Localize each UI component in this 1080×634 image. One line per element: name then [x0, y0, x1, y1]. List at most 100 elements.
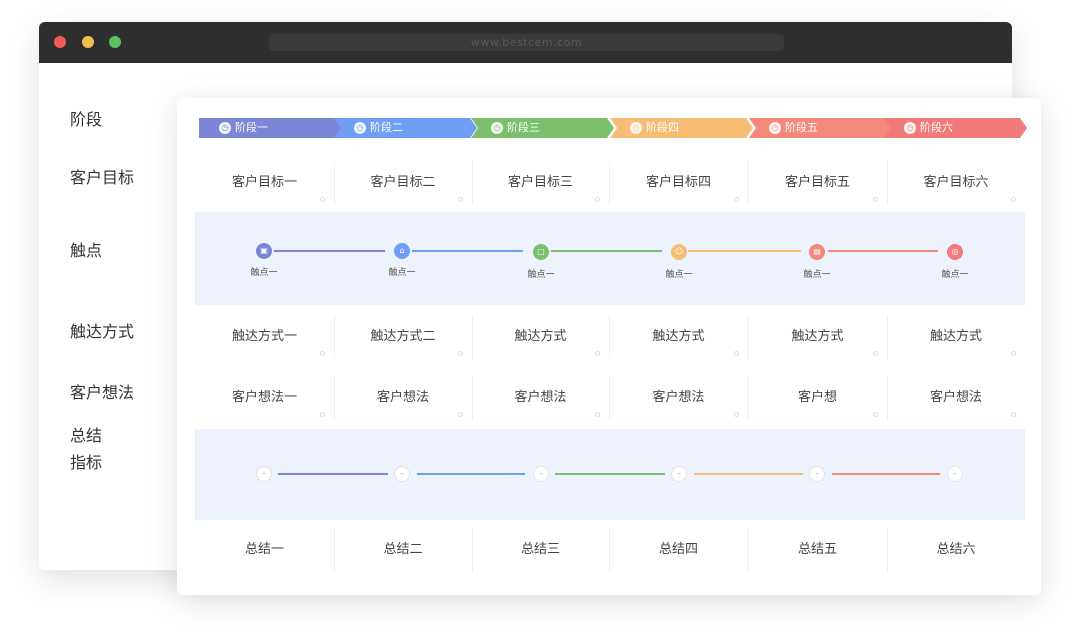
smile-icon[interactable]: ☺ [671, 244, 687, 260]
target-icon[interactable]: ◎ [947, 244, 963, 260]
summary-cell[interactable]: 总结三 [472, 522, 609, 578]
edit-handle-icon[interactable] [734, 197, 739, 202]
summary-cell[interactable]: 总结一 [195, 522, 334, 578]
customer-thought-cell[interactable]: 客户想法一 [195, 370, 334, 426]
metric-node[interactable]: – [256, 466, 272, 482]
reach-method-cell[interactable]: 触达方式 [748, 309, 887, 365]
stage-1[interactable]: ◷ 阶段一 [199, 118, 342, 138]
stage-label: 阶段三 [507, 121, 540, 134]
reach-method-cell[interactable]: 触达方式 [472, 309, 609, 365]
row-label-customer-thought: 客户想法 [70, 383, 135, 402]
stage-2[interactable]: ◷ 阶段二 [334, 118, 477, 138]
summary-cell[interactable]: 总结六 [887, 522, 1025, 578]
clock-icon: ◷ [769, 122, 781, 134]
stage-label: 阶段一 [235, 121, 268, 134]
edit-handle-icon[interactable] [595, 412, 600, 417]
stage-label: 阶段六 [920, 121, 953, 134]
touchpoint-connector [551, 250, 662, 252]
stage-4[interactable]: ◷ 阶段四 [610, 118, 753, 138]
stage-5[interactable]: ◷ 阶段五 [749, 118, 892, 138]
stage-label: 阶段五 [785, 121, 818, 134]
metric-node[interactable]: – [947, 466, 963, 482]
edit-handle-icon[interactable] [1011, 197, 1016, 202]
touchpoint-label: 触点一 [941, 270, 969, 280]
metric-connector [832, 473, 940, 475]
edit-handle-icon[interactable] [1011, 412, 1016, 417]
stage-label: 阶段四 [646, 121, 679, 134]
edit-handle-icon[interactable] [458, 197, 463, 202]
edit-handle-icon[interactable] [595, 197, 600, 202]
clock-icon: ◷ [219, 122, 231, 134]
touchpoint-connector [828, 250, 938, 252]
metric-node[interactable]: – [394, 466, 410, 482]
edit-handle-icon[interactable] [873, 197, 878, 202]
clock-icon: ◷ [904, 122, 916, 134]
row-label-summary: 总结 [70, 426, 103, 445]
touchpoint-connector [688, 250, 801, 252]
customer-thought-cell[interactable]: 客户想 [748, 370, 887, 426]
edit-handle-icon[interactable] [734, 351, 739, 356]
reach-method-cell[interactable]: 触达方式二 [334, 309, 472, 365]
customer-thought-cell[interactable]: 客户想法 [334, 370, 472, 426]
edit-handle-icon[interactable] [873, 412, 878, 417]
metric-connector [278, 473, 388, 475]
edit-handle-icon[interactable] [595, 351, 600, 356]
customer-goal-cell[interactable]: 客户目标五 [748, 155, 887, 211]
summary-row: 总结一 总结二 总结三 总结四 总结五 总结六 [195, 522, 1025, 578]
close-window-button[interactable] [54, 36, 66, 48]
edit-handle-icon[interactable] [458, 351, 463, 356]
reach-method-cell[interactable]: 触达方式 [609, 309, 748, 365]
store-icon[interactable]: ▣ [256, 243, 272, 259]
edit-handle-icon[interactable] [320, 197, 325, 202]
edit-handle-icon[interactable] [873, 351, 878, 356]
customer-goal-row: 客户目标一 客户目标二 客户目标三 客户目标四 客户目标五 客户目标六 [195, 155, 1025, 211]
row-label-metrics: 指标 [70, 453, 103, 472]
metrics-band: – – – – – – [195, 429, 1025, 520]
reach-method-cell[interactable]: 触达方式一 [195, 309, 334, 365]
bank-icon[interactable]: ⌂ [394, 243, 410, 259]
stage-6[interactable]: ◷ 阶段六 [884, 118, 1027, 138]
address-bar[interactable]: www.bestcem.com [269, 34, 784, 51]
touchpoint-label: 触点一 [388, 268, 416, 278]
clock-icon: ◷ [630, 122, 642, 134]
customer-thought-cell[interactable]: 客户想法 [609, 370, 748, 426]
edit-handle-icon[interactable] [1011, 351, 1016, 356]
customer-goal-cell[interactable]: 客户目标六 [887, 155, 1025, 211]
customer-goal-cell[interactable]: 客户目标一 [195, 155, 334, 211]
touchpoint-label: 触点一 [250, 268, 278, 278]
touchpoint-label: 触点一 [803, 270, 831, 280]
metric-connector [555, 473, 665, 475]
row-label-touchpoint: 触点 [70, 241, 103, 260]
stage-3[interactable]: ◷ 阶段三 [471, 118, 614, 138]
clock-icon: ◷ [491, 122, 503, 134]
customer-thought-cell[interactable]: 客户想法 [887, 370, 1025, 426]
browser-titlebar: www.bestcem.com [39, 22, 1012, 63]
chat-icon[interactable]: □ [533, 244, 549, 260]
customer-thought-cell[interactable]: 客户想法 [472, 370, 609, 426]
metric-connector [694, 473, 803, 475]
customer-goal-cell[interactable]: 客户目标四 [609, 155, 748, 211]
row-label-customer-goal: 客户目标 [70, 168, 135, 187]
maximize-window-button[interactable] [109, 36, 121, 48]
touchpoint-connector [412, 250, 523, 252]
customer-goal-cell[interactable]: 客户目标三 [472, 155, 609, 211]
summary-cell[interactable]: 总结五 [748, 522, 887, 578]
minimize-window-button[interactable] [82, 36, 94, 48]
metric-node[interactable]: – [809, 466, 825, 482]
document-icon[interactable]: ▤ [809, 244, 825, 260]
reach-method-row: 触达方式一 触达方式二 触达方式 触达方式 触达方式 触达方式 [195, 309, 1025, 365]
reach-method-cell[interactable]: 触达方式 [887, 309, 1025, 365]
summary-cell[interactable]: 总结二 [334, 522, 472, 578]
touchpoint-label: 触点一 [665, 270, 693, 280]
edit-handle-icon[interactable] [458, 412, 463, 417]
clock-icon: ◷ [354, 122, 366, 134]
edit-handle-icon[interactable] [734, 412, 739, 417]
row-label-reach-method: 触达方式 [70, 322, 135, 341]
metric-node[interactable]: – [671, 466, 687, 482]
metric-node[interactable]: – [533, 466, 549, 482]
edit-handle-icon[interactable] [320, 351, 325, 356]
edit-handle-icon[interactable] [320, 412, 325, 417]
journey-map-card: ◷ 阶段一 ◷ 阶段二 ◷ 阶段三 ◷ 阶段四 ◷ 阶段五 ◷ 阶段六 客户目标一 客户目标… [177, 98, 1041, 595]
customer-goal-cell[interactable]: 客户目标二 [334, 155, 472, 211]
summary-cell[interactable]: 总结四 [609, 522, 748, 578]
